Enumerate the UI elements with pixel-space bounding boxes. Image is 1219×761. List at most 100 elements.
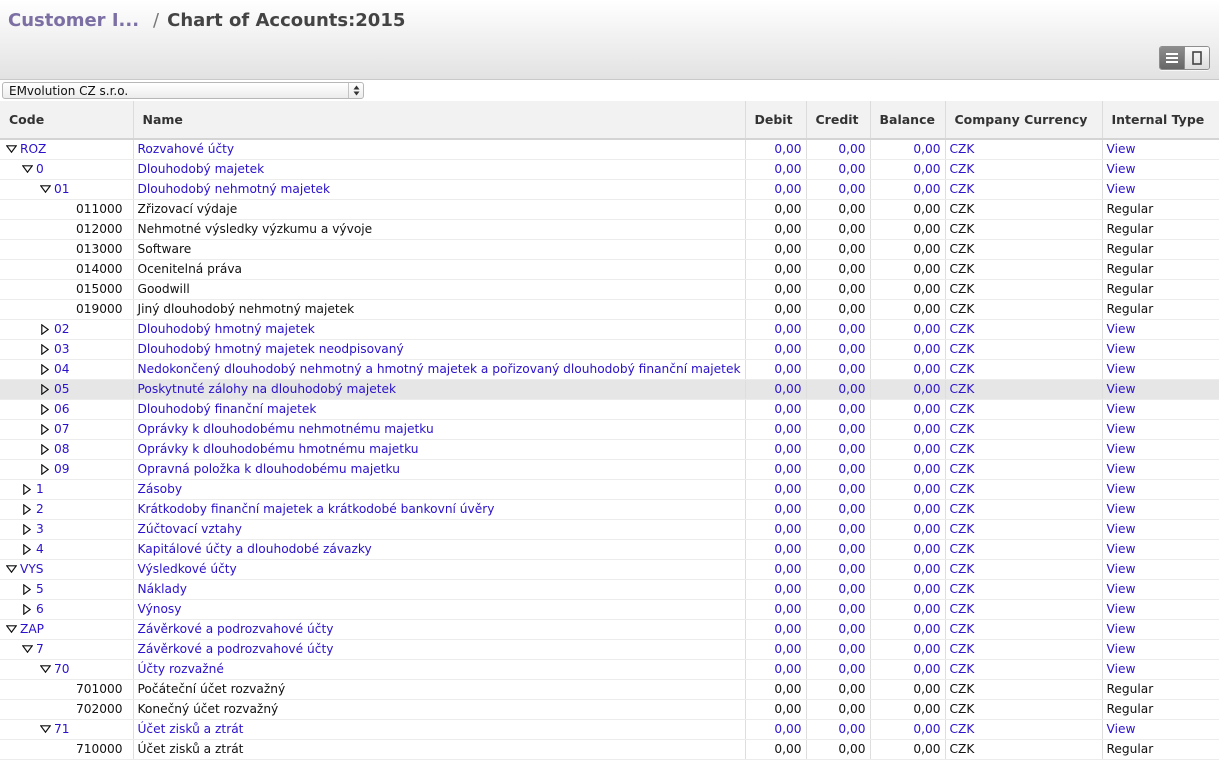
table-row[interactable]: 07 Oprávky k dlouhodobému nehmotnému maje… — [0, 419, 1219, 440]
internal-type-value[interactable]: View — [1107, 402, 1136, 416]
column-header-name[interactable]: Name — [133, 101, 746, 140]
account-name[interactable]: Zásoby — [138, 482, 183, 496]
account-code[interactable]: 0 — [36, 162, 44, 176]
internal-type-value[interactable]: View — [1107, 442, 1136, 456]
account-name[interactable]: Oprávky k dlouhodobému hmotnému majetku — [138, 442, 419, 456]
internal-type-value[interactable]: View — [1107, 522, 1136, 536]
account-name[interactable]: Nedokončený dlouhodobý nehmotný a hmotný… — [138, 362, 741, 376]
account-code[interactable]: 4 — [36, 542, 44, 556]
table-row[interactable]: ZAP Závěrkové a podrozvahové účty 0,00 0,00… — [0, 619, 1219, 640]
expand-toggle-closed-icon[interactable] — [38, 342, 52, 356]
table-row[interactable]: 012000 Nehmotné výsledky výzkumu a vývoje… — [0, 219, 1219, 240]
table-row[interactable]: 013000 Software 0,00 0,00 0,00 CZK Regular — [0, 239, 1219, 260]
internal-type-value[interactable]: View — [1107, 342, 1136, 356]
internal-type-value[interactable]: View — [1107, 182, 1136, 196]
table-row[interactable]: 6 Výnosy 0,00 0,00 0,00 CZK View — [0, 599, 1219, 620]
expand-toggle-open-icon[interactable] — [4, 142, 18, 156]
internal-type-value[interactable]: View — [1107, 482, 1136, 496]
account-name[interactable]: Krátkodoby finanční majetek a krátkodobé… — [138, 502, 495, 516]
account-code[interactable]: 1 — [36, 482, 44, 496]
table-row[interactable]: 701000 Počáteční účet rozvažný 0,00 0,00 0,0… — [0, 679, 1219, 700]
list-view-button[interactable] — [1160, 47, 1184, 69]
account-code[interactable]: ZAP — [20, 622, 44, 636]
expand-toggle-closed-icon[interactable] — [38, 462, 52, 476]
internal-type-value[interactable]: View — [1107, 642, 1136, 656]
expand-toggle-open-icon[interactable] — [20, 642, 34, 656]
table-row[interactable]: 01 Dlouhodobý nehmotný majetek 0,00 0,00 0,0… — [0, 179, 1219, 200]
account-code[interactable]: 7 — [36, 642, 44, 656]
expand-toggle-closed-icon[interactable] — [38, 402, 52, 416]
internal-type-value[interactable]: View — [1107, 502, 1136, 516]
account-code[interactable]: 01 — [54, 182, 70, 196]
account-code[interactable]: VYS — [20, 562, 44, 576]
table-row[interactable]: ROZ Rozvahové účty 0,00 0,00 0,00 CZK View — [0, 139, 1219, 160]
account-name[interactable]: Kapitálové účty a dlouhodobé závazky — [138, 542, 372, 556]
company-select[interactable]: EMvolution CZ s.r.o. — [2, 82, 364, 99]
table-row[interactable]: 710000 Účet zisků a ztrát 0,00 0,00 0,00 CZK R… — [0, 739, 1219, 760]
account-name[interactable]: Dlouhodobý nehmotný majetek — [138, 182, 331, 196]
table-row[interactable]: 014000 Ocenitelná práva 0,00 0,00 0,00 CZK Reg… — [0, 259, 1219, 280]
account-name[interactable]: Závěrkové a podrozvahové účty — [138, 642, 334, 656]
expand-toggle-closed-icon[interactable] — [38, 442, 52, 456]
internal-type-value[interactable]: View — [1107, 322, 1136, 336]
account-code[interactable]: 05 — [54, 382, 70, 396]
account-code[interactable]: 06 — [54, 402, 70, 416]
expand-toggle-closed-icon[interactable] — [20, 522, 34, 536]
expand-toggle-open-icon[interactable] — [4, 562, 18, 576]
expand-toggle-closed-icon[interactable] — [38, 422, 52, 436]
account-code[interactable]: 3 — [36, 522, 44, 536]
account-code[interactable]: ROZ — [20, 142, 46, 156]
table-row[interactable]: 015000 Goodwill 0,00 0,00 0,00 CZK Regular — [0, 279, 1219, 300]
account-name[interactable]: Dlouhodobý hmotný majetek neodpisovaný — [138, 342, 404, 356]
table-row[interactable]: 1 Zásoby 0,00 0,00 0,00 CZK View — [0, 479, 1219, 500]
internal-type-value[interactable]: View — [1107, 602, 1136, 616]
column-header-balance[interactable]: Balance — [870, 101, 946, 140]
account-code[interactable]: 71 — [54, 722, 70, 736]
account-code[interactable]: 03 — [54, 342, 70, 356]
expand-toggle-open-icon[interactable] — [20, 162, 34, 176]
expand-toggle-closed-icon[interactable] — [20, 502, 34, 516]
table-row[interactable]: 702000 Konečný účet rozvažný 0,00 0,00 0,00 C… — [0, 699, 1219, 720]
account-name[interactable]: Dlouhodobý majetek — [138, 162, 265, 176]
table-row[interactable]: 70 Účty rozvažné 0,00 0,00 0,00 CZK View — [0, 659, 1219, 680]
account-name[interactable]: Poskytnuté zálohy na dlouhodobý majetek — [138, 382, 397, 396]
table-row[interactable]: 2 Krátkodoby finanční majetek a krátkodob… — [0, 499, 1219, 520]
account-name[interactable]: Závěrkové a podrozvahové účty — [138, 622, 334, 636]
expand-toggle-open-icon[interactable] — [38, 182, 52, 196]
internal-type-value[interactable]: View — [1107, 462, 1136, 476]
expand-toggle-open-icon[interactable] — [38, 662, 52, 676]
expand-toggle-closed-icon[interactable] — [38, 362, 52, 376]
table-row[interactable]: 011000 Zřizovací výdaje 0,00 0,00 0,00 CZK Reg… — [0, 199, 1219, 220]
account-name[interactable]: Opravná položka k dlouhodobému majetku — [138, 462, 400, 476]
account-code[interactable]: 09 — [54, 462, 70, 476]
internal-type-value[interactable]: View — [1107, 162, 1136, 176]
table-row[interactable]: 7 Závěrkové a podrozvahové účty 0,00 0,00 0,… — [0, 639, 1219, 660]
expand-toggle-closed-icon[interactable] — [38, 382, 52, 396]
expand-toggle-closed-icon[interactable] — [20, 582, 34, 596]
table-row[interactable]: 0 Dlouhodobý majetek 0,00 0,00 0,00 CZK View — [0, 159, 1219, 180]
table-row[interactable]: 08 Oprávky k dlouhodobému hmotnému majetk… — [0, 439, 1219, 460]
internal-type-value[interactable]: View — [1107, 362, 1136, 376]
column-header-debit[interactable]: Debit — [745, 101, 807, 140]
account-code[interactable]: 5 — [36, 582, 44, 596]
account-code[interactable]: 08 — [54, 442, 70, 456]
expand-toggle-closed-icon[interactable] — [20, 602, 34, 616]
internal-type-value[interactable]: View — [1107, 542, 1136, 556]
account-name[interactable]: Rozvahové účty — [138, 142, 235, 156]
breadcrumb-parent-link[interactable]: Customer I... — [8, 10, 139, 31]
table-row[interactable]: 06 Dlouhodobý finanční majetek 0,00 0,00 0,0… — [0, 399, 1219, 420]
column-header-currency[interactable]: Company Currency — [945, 101, 1103, 140]
expand-toggle-open-icon[interactable] — [4, 622, 18, 636]
column-header-code[interactable]: Code — [0, 101, 134, 140]
table-row[interactable]: 4 Kapitálové účty a dlouhodobé závazky 0,0… — [0, 539, 1219, 560]
account-name[interactable]: Dlouhodobý hmotný majetek — [138, 322, 315, 336]
account-code[interactable]: 07 — [54, 422, 70, 436]
table-row[interactable]: 03 Dlouhodobý hmotný majetek neodpisovaný… — [0, 339, 1219, 360]
column-header-credit[interactable]: Credit — [806, 101, 871, 140]
account-code[interactable]: 2 — [36, 502, 44, 516]
account-name[interactable]: Účet zisků a ztrát — [138, 722, 244, 736]
expand-toggle-closed-icon[interactable] — [20, 482, 34, 496]
table-row[interactable]: 71 Účet zisků a ztrát 0,00 0,00 0,00 CZK View — [0, 719, 1219, 740]
table-row[interactable]: 09 Opravná položka k dlouhodobému majetku… — [0, 459, 1219, 480]
account-name[interactable]: Dlouhodobý finanční majetek — [138, 402, 317, 416]
